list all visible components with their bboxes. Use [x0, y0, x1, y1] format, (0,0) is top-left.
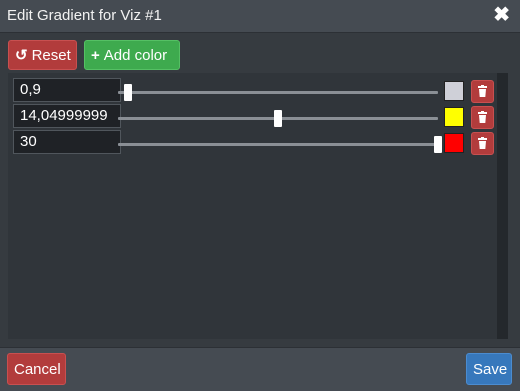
stop-slider-track[interactable]: [118, 84, 438, 101]
stop-value-input[interactable]: 30: [13, 130, 121, 154]
trash-icon: [478, 137, 487, 149]
stop-slider-thumb[interactable]: [123, 84, 132, 101]
list-scrollbar[interactable]: [497, 73, 508, 339]
dialog-footer: Cancel Save: [0, 347, 520, 391]
gradient-stop-row: 30: [8, 130, 498, 155]
stop-slider-thumb[interactable]: [434, 136, 442, 153]
reset-button[interactable]: ↺ Reset: [8, 40, 77, 70]
close-icon[interactable]: ✖: [493, 4, 510, 26]
add-color-button[interactable]: + Add color: [84, 40, 180, 70]
dialog-title: Edit Gradient for Viz #1: [7, 7, 162, 24]
delete-stop-button[interactable]: [471, 80, 494, 103]
stop-value-input[interactable]: 14,04999999: [13, 104, 121, 128]
trash-icon: [478, 111, 487, 123]
trash-icon: [478, 85, 487, 97]
delete-stop-button[interactable]: [471, 132, 494, 155]
color-swatch[interactable]: [444, 107, 464, 127]
gradient-stop-row: 0,9: [8, 78, 498, 103]
cancel-button[interactable]: Cancel: [7, 353, 66, 385]
gradient-stop-row: 14,04999999: [8, 104, 498, 129]
dialog-body: ↺ Reset + Add color 0,9 14,04999999 30: [0, 33, 520, 347]
delete-stop-button[interactable]: [471, 106, 494, 129]
color-swatch[interactable]: [444, 133, 464, 153]
stop-slider-track[interactable]: [118, 110, 438, 127]
dialog-titlebar: Edit Gradient for Viz #1 ✖: [0, 0, 520, 33]
color-swatch[interactable]: [444, 81, 464, 101]
plus-icon: +: [91, 47, 100, 64]
stop-slider-track[interactable]: [118, 136, 442, 153]
gradient-stop-list: 0,9 14,04999999 30: [8, 73, 508, 339]
undo-icon: ↺: [15, 47, 28, 64]
stop-slider-thumb[interactable]: [274, 110, 282, 127]
save-button[interactable]: Save: [466, 353, 512, 385]
add-color-label: Add color: [103, 47, 168, 64]
reset-label: Reset: [31, 47, 71, 64]
stop-value-input[interactable]: 0,9: [13, 78, 121, 102]
edit-gradient-dialog: Edit Gradient for Viz #1 ✖ ↺ Reset + Add c…: [0, 0, 520, 391]
